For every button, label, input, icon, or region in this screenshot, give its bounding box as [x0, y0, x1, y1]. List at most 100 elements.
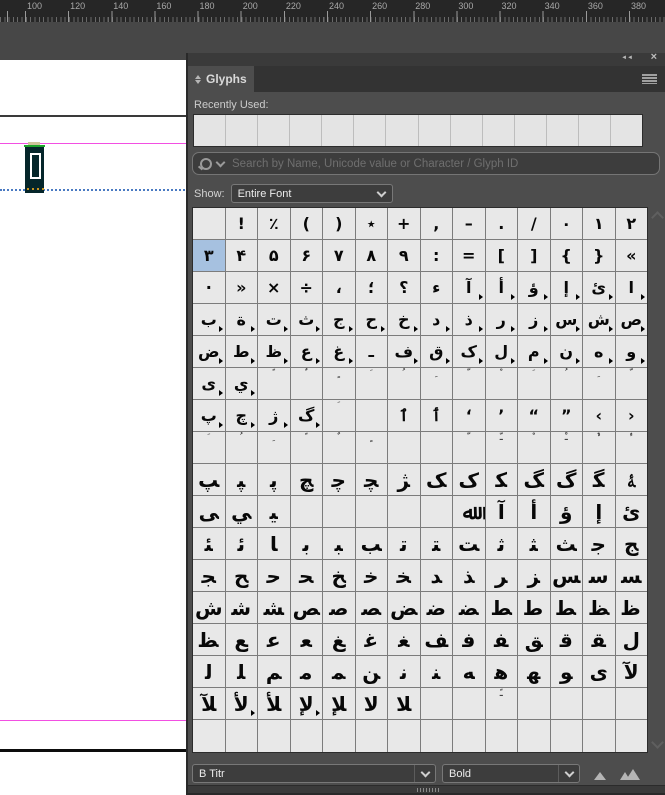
glyph-cell[interactable]: ﺉ [615, 496, 647, 528]
glyph-cell[interactable]: ۰ [550, 208, 583, 240]
glyph-cell[interactable]: ۷ [323, 240, 356, 272]
search-options-chevron-icon[interactable] [215, 157, 226, 167]
glyph-cell[interactable]: ﻂ [485, 592, 518, 624]
glyph-cell[interactable] [323, 496, 356, 528]
glyph-cell[interactable] [355, 496, 388, 528]
glyph-cell[interactable]: ﹺ [583, 368, 616, 400]
glyph-cell[interactable]: ﹶ [323, 400, 356, 432]
glyph-cell[interactable]: ﺌ [193, 528, 226, 560]
glyph-cell[interactable] [226, 720, 258, 752]
glyph-cell[interactable]: ﺖ [453, 528, 486, 560]
glyph-cell[interactable]: ﹰ [290, 432, 323, 464]
glyph-cell[interactable]: ظ [258, 336, 291, 368]
glyph-cell[interactable]: ﹾ [485, 368, 518, 400]
glyph-cell[interactable]: ٲ [420, 400, 453, 432]
glyph-cell[interactable] [388, 432, 421, 464]
glyph-cell[interactable]: » [225, 272, 258, 304]
glyph-cell[interactable]: ش [583, 304, 616, 336]
glyph-cell[interactable]: ﭗ [193, 464, 226, 496]
glyph-cell[interactable]: ﺛ [485, 528, 518, 560]
glyph-cell[interactable] [356, 720, 388, 752]
glyph-cell[interactable]: ﹲ [290, 368, 323, 400]
glyph-cell[interactable]: ﺐ [355, 528, 388, 560]
glyph-cell[interactable]: ﺑ [290, 528, 323, 560]
glyph-cell[interactable]: ر [485, 304, 518, 336]
glyph-cell[interactable]: ) [323, 208, 356, 240]
glyph-cell[interactable]: ﹽ [485, 432, 518, 464]
glyph-cell[interactable]: ﺾ [388, 592, 421, 624]
glyph-cell[interactable]: ﺴ [615, 560, 647, 592]
glyph-cell[interactable]: + [388, 208, 421, 240]
glyph-cell-selected[interactable]: ۳ [193, 240, 226, 272]
glyph-cell[interactable]: خ [388, 304, 421, 336]
glyph-cell[interactable]: ﺟ [583, 528, 616, 560]
glyph-cell[interactable]: { [550, 240, 583, 272]
glyph-cell[interactable]: ﮑ [485, 464, 518, 496]
recent-glyph-cell[interactable] [451, 115, 483, 146]
glyph-grid-scrollbar[interactable] [649, 207, 665, 753]
glyph-cell[interactable]: ه [583, 336, 616, 368]
glyph-cell[interactable]: . [485, 208, 518, 240]
glyph-cell[interactable]: ﺅ [550, 496, 583, 528]
glyph-cell[interactable]: ﹿ [550, 432, 583, 464]
glyph-cell[interactable] [258, 720, 291, 752]
glyph-cell[interactable] [420, 432, 453, 464]
recent-glyph-cell[interactable] [290, 115, 323, 146]
glyph-cell[interactable]: ( [290, 208, 323, 240]
glyph-cell[interactable]: ﭻ [290, 464, 323, 496]
glyph-cell[interactable]: ﹴ [323, 368, 356, 400]
recent-glyph-cell[interactable] [258, 115, 291, 146]
glyph-cell[interactable]: ’ [485, 400, 518, 432]
glyph-cell[interactable]: ﮏ [420, 464, 453, 496]
glyph-cell[interactable] [518, 720, 551, 752]
glyph-cell[interactable]: ÷ [290, 272, 323, 304]
glyph-cell[interactable]: ﻪ [453, 656, 486, 688]
font-family-dropdown[interactable]: B Titr [192, 764, 436, 783]
glyph-cell[interactable] [388, 496, 421, 528]
glyph-cell[interactable]: ﹼ [453, 368, 486, 400]
glyph-cell[interactable]: ﺨ [388, 560, 421, 592]
glyph-cell[interactable]: › [615, 400, 647, 432]
glyph-cell[interactable]: ﮋ [388, 464, 421, 496]
glyph-cell[interactable]: ﻟ [193, 656, 226, 688]
glyph-cell[interactable]: · [193, 272, 226, 304]
glyph-cell[interactable] [388, 720, 421, 752]
glyph-cell[interactable]: ﻘ [583, 624, 616, 656]
glyph-cell[interactable]: ﻊ [225, 624, 258, 656]
glyph-cell[interactable]: ﻵ [615, 656, 647, 688]
glyph-cell[interactable]: “ [518, 400, 551, 432]
glyph-cell[interactable]: ﺢ [225, 560, 258, 592]
panel-resize-grip[interactable] [417, 788, 441, 792]
glyph-cell[interactable]: ط [225, 336, 258, 368]
glyph-cell[interactable]: ﻯ [583, 656, 616, 688]
glyph-cell[interactable]: ﺒ [323, 528, 356, 560]
tab-glyphs[interactable]: Glyphs [188, 66, 254, 92]
glyph-cell[interactable]: ﻀ [453, 592, 486, 624]
glyph-cell[interactable]: ﻣ [290, 656, 323, 688]
glyph-cell[interactable]: ذ [453, 304, 486, 336]
glyph-cell[interactable]: ﺃ [518, 496, 551, 528]
glyph-cell[interactable]: ث [290, 304, 323, 336]
glyph-cell[interactable]: ۴ [225, 240, 258, 272]
glyph-cell[interactable]: ۲ [615, 208, 647, 240]
glyph-cell[interactable]: ﮕ [583, 464, 616, 496]
glyph-cell[interactable]: ﺷ [225, 592, 258, 624]
glyph-cell[interactable]: غ [323, 336, 356, 368]
glyph-cell[interactable]: ﺋ [225, 528, 258, 560]
glyph-cell[interactable]: ] [518, 240, 551, 272]
glyph-cell[interactable]: ﻈ [193, 624, 226, 656]
glyph-cell[interactable]: پ [193, 400, 226, 432]
glyph-cell[interactable]: ﺼ [355, 592, 388, 624]
glyph-cell[interactable]: ﻏ [355, 624, 388, 656]
glyph-cell[interactable]: ﮓ [518, 464, 551, 496]
glyph-cell[interactable]: ﻴ [258, 496, 291, 528]
glyph-cell[interactable]: ﹴ [355, 432, 388, 464]
glyph-cell[interactable]: ﺠ [193, 560, 226, 592]
glyph-cell[interactable]: گ [290, 400, 323, 432]
glyph-cell[interactable] [616, 720, 648, 752]
glyph-cell[interactable]: د [420, 304, 453, 336]
glyph-cell[interactable]: ن [550, 336, 583, 368]
glyph-cell[interactable]: ﺸ [258, 592, 291, 624]
glyph-cell[interactable]: ﹶ [193, 432, 226, 464]
glyph-cell[interactable]: ﻌ [290, 624, 323, 656]
